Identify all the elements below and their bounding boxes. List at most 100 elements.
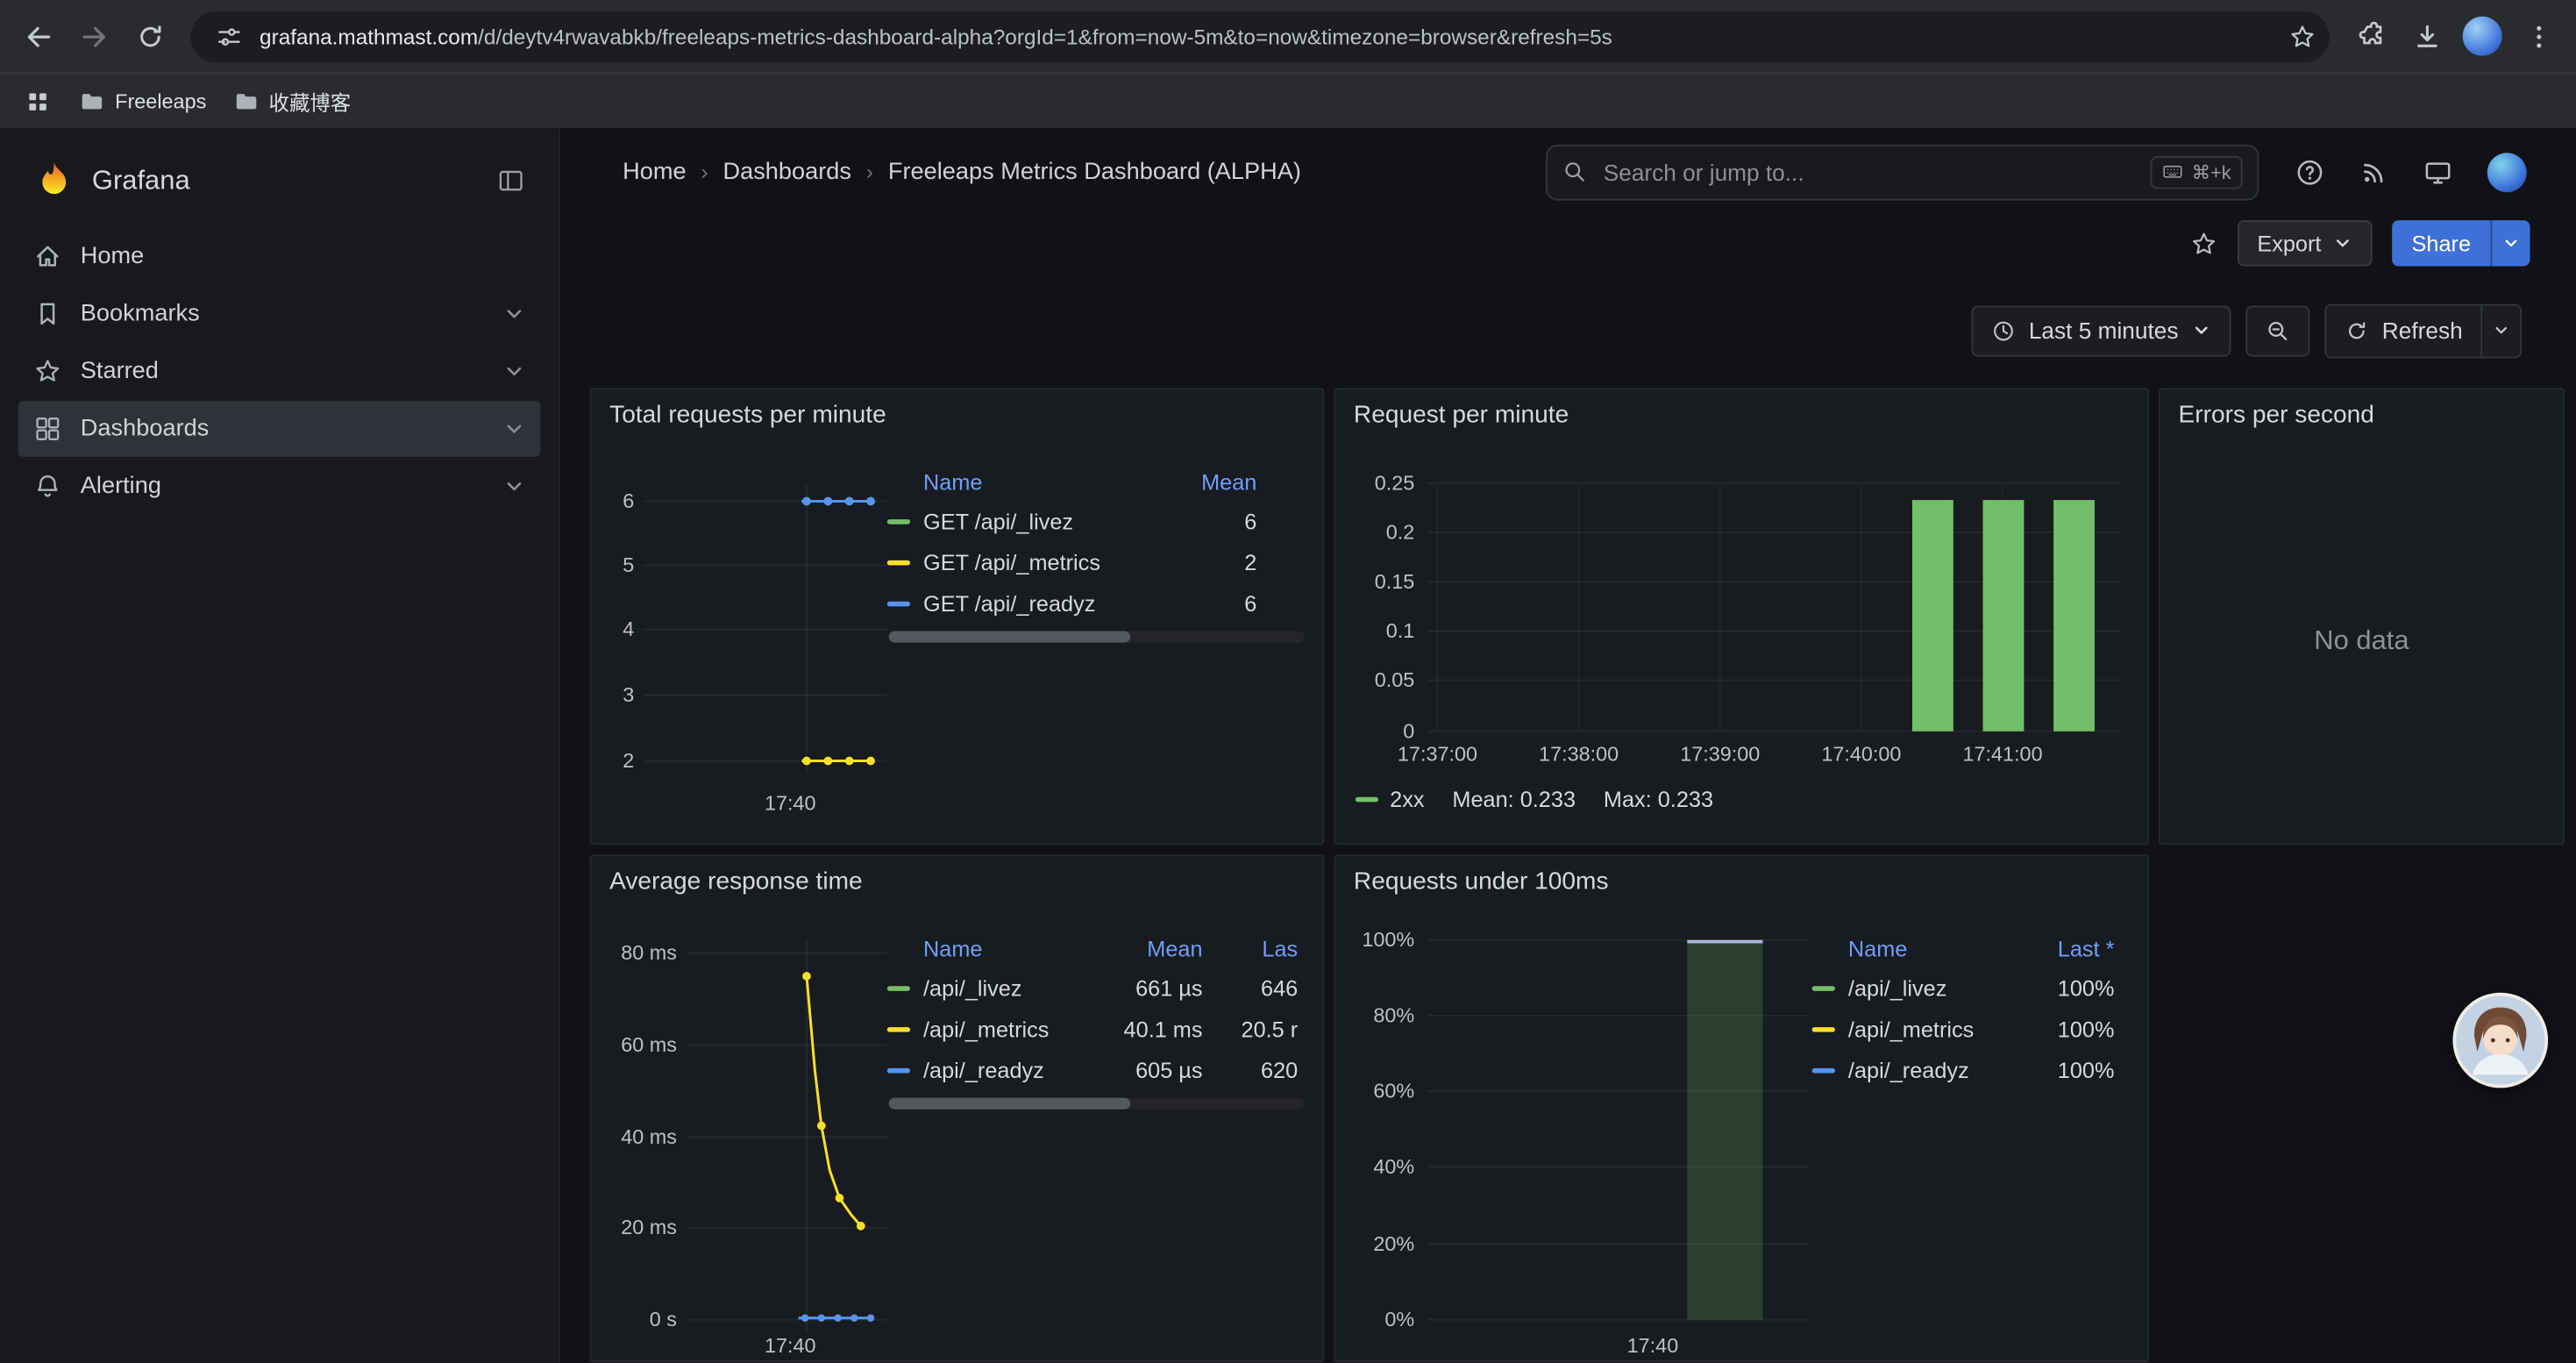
dock-sidebar-icon[interactable] [496, 166, 526, 196]
axis-tick-label: 40 ms [621, 1125, 677, 1148]
legend-header-las[interactable]: Las [1203, 936, 1299, 960]
profile-avatar[interactable] [2454, 8, 2510, 64]
sidebar-item-dashboards[interactable]: Dashboards [18, 401, 541, 457]
brand-row: Grafana [18, 150, 541, 212]
browser-menu-icon[interactable] [2510, 8, 2566, 64]
browser-window: grafana.mathmast.com/d/deytv4rwavabkb/fr… [0, 0, 2576, 1363]
share-button[interactable]: Share [2392, 220, 2490, 266]
back-button[interactable] [10, 8, 66, 64]
legend-header-row: NameLast * [1812, 929, 2115, 968]
user-avatar[interactable] [2487, 152, 2527, 191]
chevron-down-icon[interactable] [502, 360, 525, 382]
extensions-icon[interactable] [2343, 8, 2399, 64]
profile-avatar-image [2463, 17, 2502, 56]
panel-average-response-time: Average response time 80 ms60 ms40 ms20 … [590, 854, 1325, 1362]
legend-series-row[interactable]: /api/_metrics100% [1812, 1009, 2115, 1050]
keyboard-icon [2162, 161, 2183, 182]
export-button[interactable]: Export [2238, 220, 2373, 266]
refresh-interval-dropdown[interactable] [2480, 305, 2520, 356]
panel-title[interactable]: Errors per second [2160, 389, 2563, 439]
legend-series-row[interactable]: GET /api/_metrics2 [887, 542, 1257, 583]
legend-scrollbar[interactable] [889, 1098, 1305, 1110]
series-color-swatch [887, 986, 910, 991]
legend-header-name[interactable]: Name [887, 469, 1165, 494]
main-area: Home›Dashboards›Freeleaps Metrics Dashbo… [560, 128, 2576, 1363]
legend-header-name[interactable]: Name [1812, 936, 2026, 960]
assistant-avatar-widget[interactable] [2452, 993, 2548, 1088]
legend-series-row[interactable]: GET /api/_readyz6 [887, 583, 1257, 624]
refresh-split-button: Refresh [2324, 303, 2522, 358]
address-bar[interactable]: grafana.mathmast.com/d/deytv4rwavabkb/fr… [190, 11, 2330, 61]
grafana-logo-icon[interactable] [32, 160, 75, 203]
legend-header-row: NameMeanLas [887, 929, 1298, 968]
panel-title[interactable]: Average response time [592, 856, 1323, 905]
site-settings-icon[interactable] [207, 15, 250, 58]
axis-tick-label: 17:38:00 [1539, 743, 1619, 766]
zoom-out-button[interactable] [2245, 305, 2309, 356]
chevron-down-icon[interactable] [502, 475, 525, 497]
search-input[interactable] [1600, 157, 2138, 187]
panel-title[interactable]: Request per minute [1335, 389, 2147, 439]
legend-series-row[interactable]: 2xx [1356, 788, 1425, 812]
clock-icon [1991, 318, 2016, 343]
axis-tick-label: 0 [1403, 719, 1414, 742]
refresh-button[interactable]: Refresh [2326, 305, 2480, 356]
legend-series-value: 20.5 r [1203, 1017, 1299, 1042]
downloads-icon[interactable] [2399, 8, 2455, 64]
axis-tick-label: 20% [1373, 1232, 1414, 1255]
legend-series-row[interactable]: /api/_livez661 µs646 [887, 968, 1298, 1010]
folder-icon [232, 88, 259, 114]
legend-header-name[interactable]: Name [887, 936, 1081, 960]
legend-scrollbar[interactable] [889, 632, 1305, 643]
legend-series-row[interactable]: GET /api/_livez6 [887, 501, 1257, 542]
legend-series-row[interactable]: /api/_metrics40.1 ms20.5 r [887, 1009, 1298, 1050]
sidebar-item-alerting[interactable]: Alerting [18, 459, 541, 515]
help-icon[interactable] [2295, 157, 2325, 187]
breadcrumb-item[interactable]: Dashboards [722, 159, 850, 185]
scrollbar-thumb[interactable] [889, 632, 1130, 643]
legend-series-name: GET /api/_livez [887, 510, 1165, 534]
news-rss-icon[interactable] [2359, 157, 2389, 187]
axis-tick-label: 40% [1373, 1155, 1414, 1178]
bookmark-star-icon[interactable] [2281, 15, 2323, 58]
chevron-down-icon[interactable] [502, 417, 525, 440]
series-label: /api/_metrics [923, 1017, 1049, 1042]
reload-button[interactable] [122, 8, 178, 64]
axis-tick-label: 0.05 [1375, 668, 1415, 691]
search-shortcut-badge: ⌘+k [2151, 155, 2243, 188]
axis-tick-label: 3 [623, 683, 634, 706]
legend-header-mean[interactable]: Mean [1164, 469, 1256, 494]
tv-kiosk-icon[interactable] [2423, 157, 2453, 187]
axis-tick-label: 17:40 [765, 1334, 816, 1357]
bookmark-label: Freeleaps [115, 89, 206, 112]
sidebar-item-home[interactable]: Home [18, 228, 541, 284]
legend-series-row[interactable]: /api/_livez100% [1812, 968, 2115, 1010]
legend-series-row[interactable]: /api/_readyz100% [1812, 1050, 2115, 1091]
axis-tick-label: 20 ms [621, 1216, 677, 1238]
chevron-down-icon[interactable] [502, 303, 525, 325]
share-dropdown-icon[interactable] [2491, 220, 2530, 266]
sidebar-item-label: Home [81, 243, 144, 269]
legend-series-row[interactable]: /api/_readyz605 µs620 [887, 1050, 1298, 1091]
refresh-icon [2345, 318, 2369, 343]
sidebar-item-starred[interactable]: Starred [18, 344, 541, 400]
bookmark-item[interactable]: Freeleaps [66, 83, 219, 119]
forward-button[interactable] [66, 8, 122, 64]
legend-header-mean[interactable]: Mean [1081, 936, 1203, 960]
panel-title[interactable]: Requests under 100ms [1335, 856, 2147, 905]
scrollbar-thumb[interactable] [889, 1098, 1130, 1110]
sidebar-item-bookmarks[interactable]: Bookmarks [18, 286, 541, 342]
search-box[interactable]: ⌘+k [1546, 144, 2259, 200]
apps-grid-icon[interactable] [17, 80, 60, 123]
legend-header-last[interactable]: Last * [2025, 936, 2114, 960]
panel-legend: NameMeanLas/api/_livez661 µs646/api/_met… [887, 929, 1298, 1091]
page-header: Home›Dashboards›Freeleaps Metrics Dashbo… [560, 128, 2576, 215]
breadcrumb-item[interactable]: Home [623, 159, 686, 185]
series-label: /api/_livez [1848, 976, 1947, 1001]
legend-series-value: 620 [1203, 1059, 1299, 1083]
favorite-star-icon[interactable] [2190, 229, 2218, 257]
panel-title[interactable]: Total requests per minute [592, 389, 1323, 439]
breadcrumb-item[interactable]: Freeleaps Metrics Dashboard (ALPHA) [888, 159, 1301, 185]
time-range-picker[interactable]: Last 5 minutes [1971, 305, 2231, 356]
bookmark-item[interactable]: 收藏博客 [219, 81, 364, 122]
